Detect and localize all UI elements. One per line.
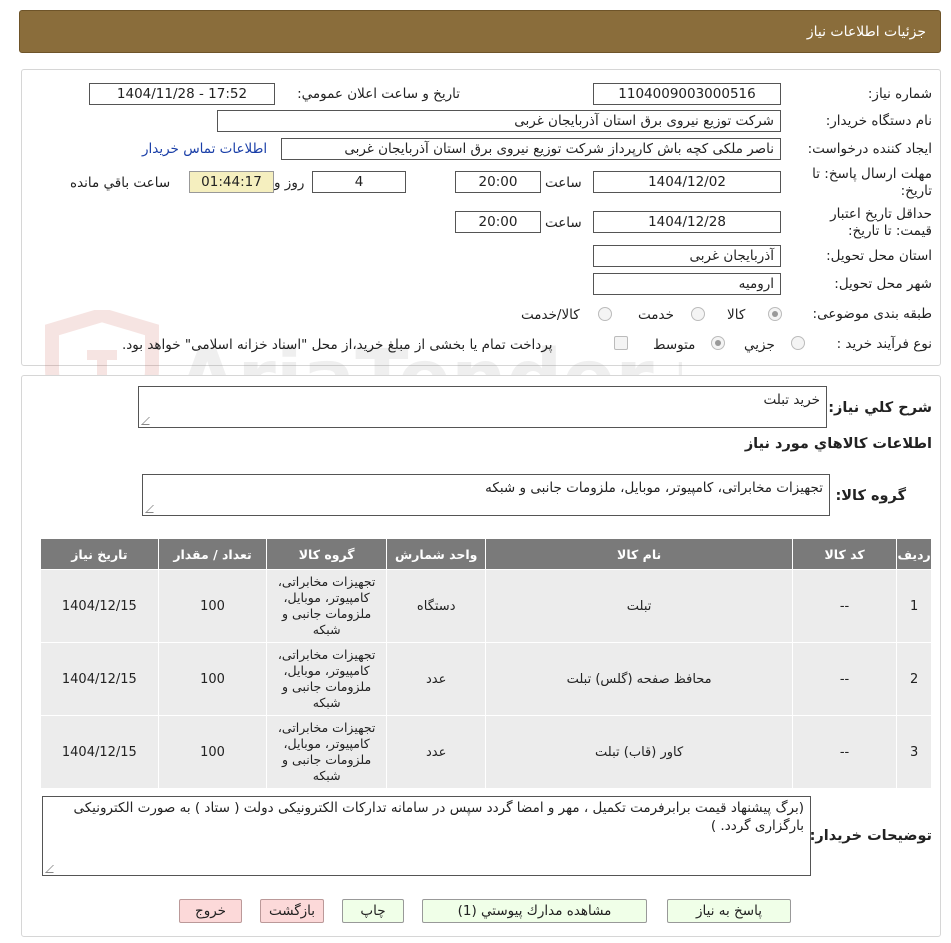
send-deadline-label: مهلت ارسال پاسخ: تا تاريخ: [812,166,932,199]
cell-goods-group: تجهیزات مخابراتی، کامپیوتر، موبایل، ملزو… [266,715,387,789]
need-details-panel: شرح كلي نياز: خرید تبلت اطلاعات کالاهاي … [21,375,941,937]
buyer-notes-text: (برگ پیشنهاد قیمت برابرفرمت تکمیل ، مهر … [73,800,804,834]
category-goods-service-radio[interactable] [598,307,612,321]
exit-button[interactable]: خروج [179,899,242,923]
goods-info-title: اطلاعات کالاهاي مورد نياز [744,436,932,452]
cell-row-number: 3 [896,715,932,789]
cell-quantity: 100 [157,569,268,643]
need-info-panel: AriaTender.neT شماره نياز: 1104009003000… [21,69,941,433]
reply-to-need-button[interactable]: پاسخ به نياز [667,899,791,923]
col-need-date: تاريخ نياز [40,538,159,570]
resize-handle-icon[interactable] [45,865,61,873]
cell-need-date: 1404/12/15 [40,642,159,716]
table-row: 1 -- تبلت دستگاه تجهیزات مخابراتی، کامپی… [40,569,932,643]
cell-need-date: 1404/12/15 [40,715,159,789]
treasury-payment-note: پرداخت تمام يا بخشی از مبلغ خريد،از محل … [122,337,553,353]
cell-row-number: 1 [896,569,932,643]
goods-group-label: گروه کالا: [835,488,906,504]
page-header: جزئيات اطلاعات نياز [19,10,941,53]
need-number-label: شماره نياز: [867,86,932,102]
need-number-field: 1104009003000516 [593,83,781,105]
general-desc-text: خرید تبلت [763,392,821,408]
treasury-payment-checkbox[interactable] [614,336,628,350]
category-label: طبقه بندی موضوعی: [812,306,932,322]
cell-quantity: 100 [157,715,268,789]
cell-row-number: 2 [896,642,932,716]
price-validity-time-field: 20:00 [455,211,541,233]
announce-date-field: 1404/11/28 - 17:52 [89,83,275,105]
goods-table: رديف کد کالا نام کالا واحد شمارش گروه کا… [40,538,932,789]
col-unit: واحد شمارش [385,538,487,570]
category-goods-radio[interactable] [768,307,782,321]
col-row-number: رديف [896,538,932,570]
buyer-org-field: شرکت توزیع نیروی برق استان آذربایجان غرب… [217,110,781,132]
price-validity-date-field: 1404/12/28 [593,211,781,233]
cell-need-date: 1404/12/15 [40,569,159,643]
category-service-radio[interactable] [691,307,705,321]
days-label: روز و [274,175,305,191]
cell-unit: دستگاه [385,569,487,643]
goods-group-textarea[interactable]: تجهیزات مخابراتی، کامپیوتر، موبایل، ملزو… [142,474,830,516]
cell-goods-group: تجهیزات مخابراتی، کامپیوتر، موبایل، ملزو… [266,642,387,716]
price-validity-time-label: ساعت [545,215,582,231]
buyer-notes-textarea[interactable]: (برگ پیشنهاد قیمت برابرفرمت تکمیل ، مهر … [42,796,811,876]
remaining-time-field: 01:44:17 [189,171,274,193]
col-goods-group: گروه کالا [266,538,387,570]
send-deadline-time-label: ساعت [545,175,582,191]
category-goods-label: کالا [727,307,746,323]
cell-goods-group: تجهیزات مخابراتی، کامپیوتر، موبایل، ملزو… [266,569,387,643]
process-medium-label: متوسط [653,337,696,353]
city-field: ارومیه [593,273,781,295]
creator-label: ايجاد کننده درخواست: [807,141,932,157]
category-service-label: خدمت [638,307,674,323]
goods-group-text: تجهیزات مخابراتی، کامپیوتر، موبایل، ملزو… [485,480,823,496]
buyer-contact-link[interactable]: اطلاعات تماس خريدار [142,141,267,157]
remaining-days-field: 4 [312,171,406,193]
resize-handle-icon[interactable] [145,505,161,513]
buyer-org-label: نام دستگاه خريدار: [825,113,932,129]
price-validity-label: حداقل تاريخ اعتبار قيمت: تا تاريخ: [830,206,932,239]
province-label: استان محل تحويل: [826,248,932,264]
process-partial-label: جزيي [744,337,775,353]
view-attachments-button[interactable]: مشاهده مدارك پيوستي (1) [422,899,647,923]
cell-goods-code: -- [791,715,898,789]
send-deadline-time-field: 20:00 [455,171,541,193]
table-header-row: رديف کد کالا نام کالا واحد شمارش گروه کا… [40,538,932,570]
process-partial-radio[interactable] [791,336,805,350]
cell-goods-name: محافظ صفحه (گلس) تبلت [485,642,793,716]
process-medium-radio[interactable] [711,336,725,350]
province-field: آذربایجان غربی [593,245,781,267]
creator-field: ناصر ملکی کچه باش کارپرداز شرکت توزیع نی… [281,138,781,160]
buyer-notes-label: توضيحات خريدار: [809,828,932,844]
cell-goods-name: تبلت [485,569,793,643]
col-quantity: تعداد / مقدار [157,538,268,570]
col-goods-code: کد کالا [791,538,898,570]
back-button[interactable]: بازگشت [260,899,324,923]
announce-label: تاريخ و ساعت اعلان عمومي: [297,86,460,102]
table-row: 3 -- کاور (قاب) تبلت عدد تجهیزات مخابرات… [40,715,932,789]
general-desc-textarea[interactable]: خرید تبلت [138,386,827,428]
process-label: نوع فرآيند خريد : [836,336,932,352]
table-row: 2 -- محافظ صفحه (گلس) تبلت عدد تجهیزات م… [40,642,932,716]
resize-handle-icon[interactable] [141,417,157,425]
category-goods-service-label: کالا/خدمت [521,307,580,323]
cell-quantity: 100 [157,642,268,716]
col-goods-name: نام کالا [485,538,793,570]
cell-unit: عدد [385,715,487,789]
general-desc-label: شرح كلي نياز: [828,400,932,416]
remaining-time-label: ساعت باقي مانده [70,175,171,191]
send-deadline-date-field: 1404/12/02 [593,171,781,193]
cell-goods-code: -- [791,569,898,643]
cell-goods-code: -- [791,642,898,716]
city-label: شهر محل تحويل: [834,276,932,292]
cell-goods-name: کاور (قاب) تبلت [485,715,793,789]
cell-unit: عدد [385,642,487,716]
print-button[interactable]: چاپ [342,899,404,923]
page-title: جزئيات اطلاعات نياز [806,24,926,40]
